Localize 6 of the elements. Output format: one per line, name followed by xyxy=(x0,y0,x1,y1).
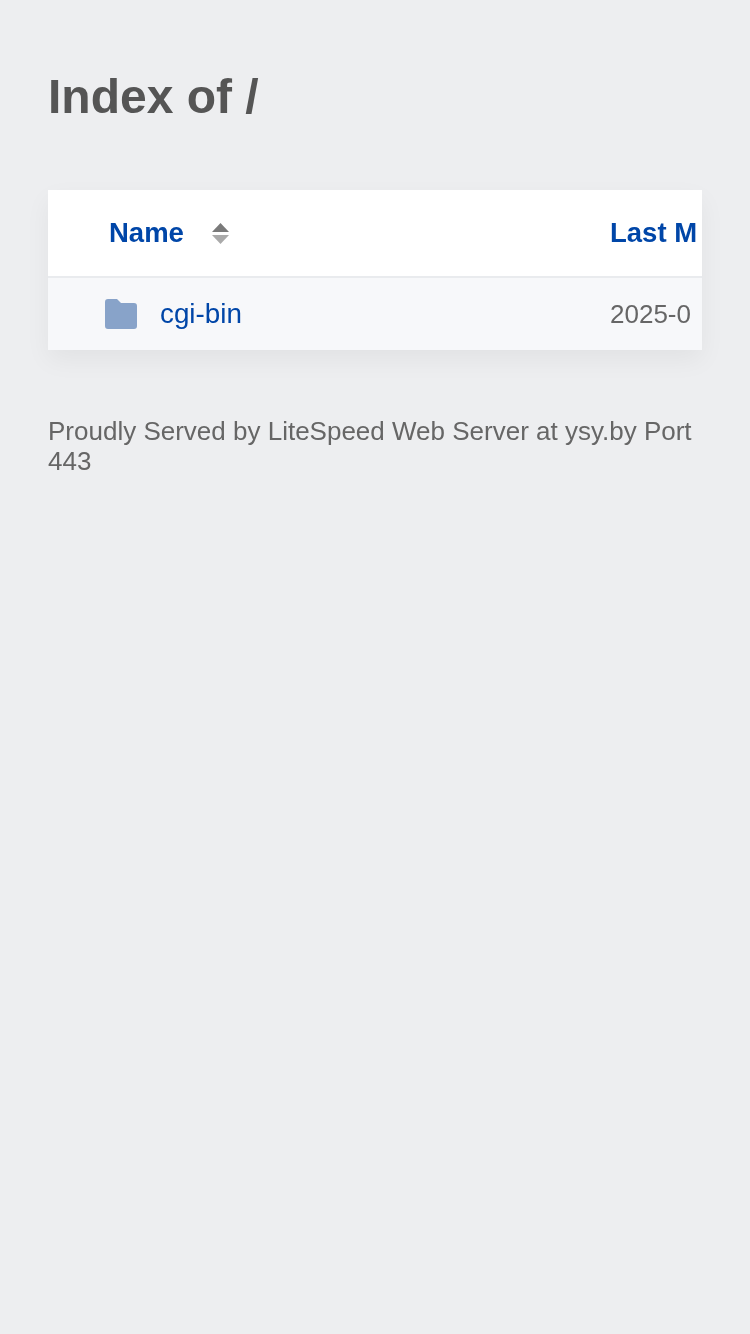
date-text: 2025-0 xyxy=(610,298,691,330)
server-footer: Proudly Served by LiteSpeed Web Server at ysy.by Port 443 xyxy=(48,416,702,476)
column-header-link[interactable]: Last M xyxy=(610,217,698,249)
page-title: Index of / xyxy=(48,69,260,125)
file-link[interactable]: cgi-bin xyxy=(160,298,242,330)
column-header-link[interactable]: Name xyxy=(109,217,184,249)
